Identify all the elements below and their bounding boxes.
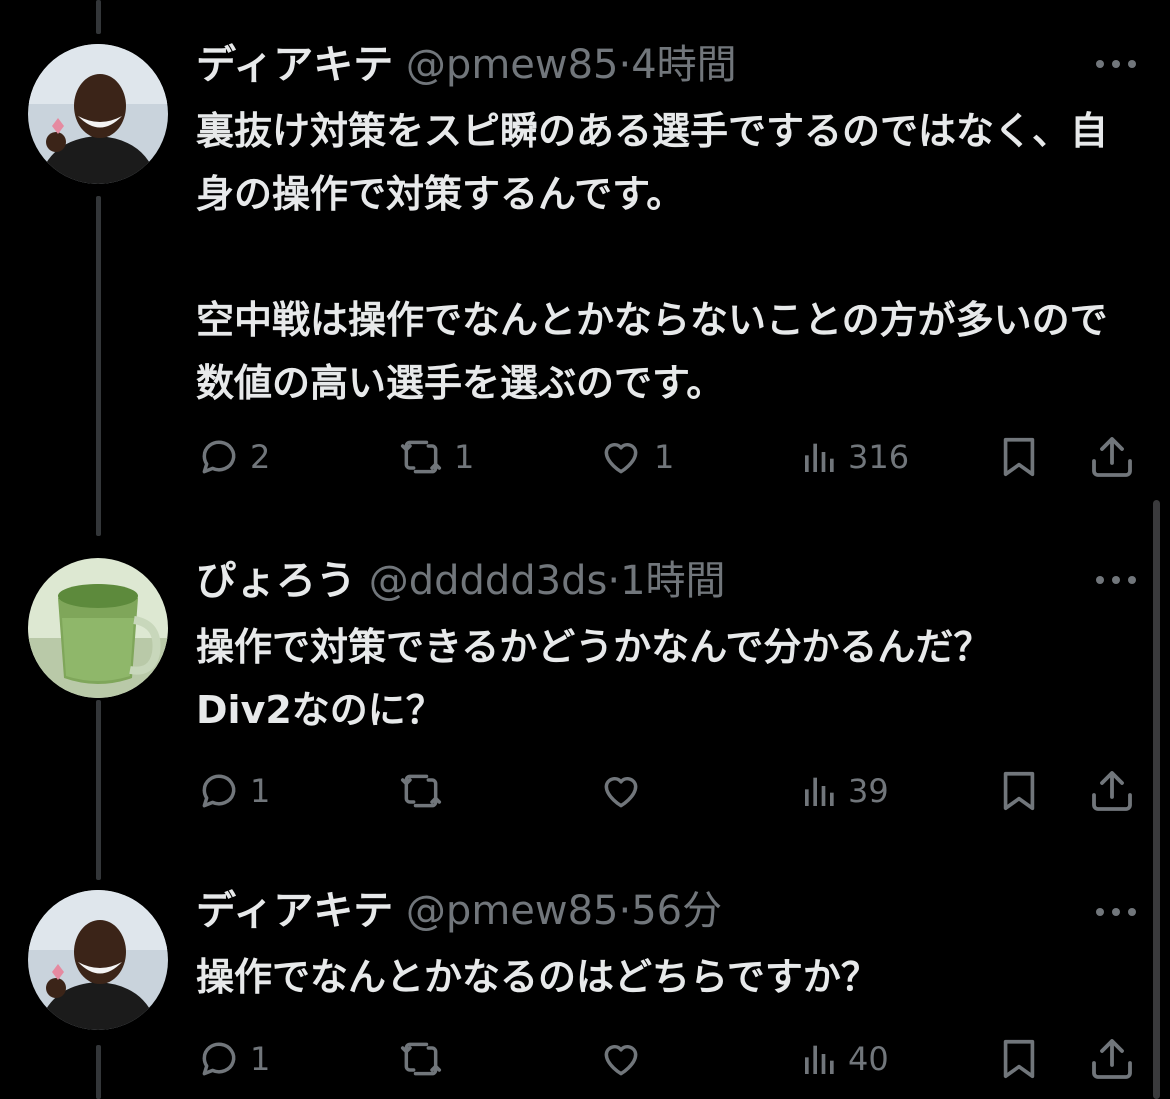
tweet-paragraph: 操作で対策できるかどうかなんで分かるんだ？Div2なのに？ — [196, 625, 992, 732]
reply-icon — [202, 774, 236, 808]
tweet[interactable]: ぴょろう @ddddd3ds·1時間 操作で対策できるかどうかなんで分かるんだ？… — [0, 540, 1170, 840]
analytics-icon — [805, 443, 834, 472]
timestamp[interactable]: 56分 — [631, 888, 722, 934]
action-bar: 2 1 1 316 — [0, 432, 1170, 482]
tweet-paragraph: 裏抜け対策をスピ瞬のある選手でするのではなく、自身の操作で対策するんです。 — [196, 109, 1109, 216]
views-button[interactable]: 40 — [800, 1034, 889, 1084]
tweet-header: ぴょろう @ddddd3ds·1時間 — [196, 556, 726, 606]
like-button[interactable] — [596, 1034, 654, 1084]
bookmark-button[interactable] — [996, 766, 1042, 816]
action-bar: 1 40 — [0, 1034, 1170, 1084]
tweet-text: 操作で対策できるかどうかなんで分かるんだ？Div2なのに？ — [196, 616, 1056, 742]
bookmark-button[interactable] — [996, 1034, 1042, 1084]
author-name[interactable]: ぴょろう — [196, 558, 356, 604]
reply-count: 2 — [250, 438, 271, 476]
tweet-paragraph: 空中戦は操作でなんとかならないことの方が多いので数値の高い選手を選ぶのです。 — [196, 298, 1108, 405]
action-bar: 1 39 — [0, 766, 1170, 816]
retweet-icon — [400, 1042, 442, 1076]
timestamp[interactable]: 4時間 — [631, 42, 736, 88]
retweet-button[interactable] — [396, 766, 454, 816]
share-button[interactable] — [1088, 432, 1136, 482]
heart-icon — [604, 1045, 638, 1076]
reply-button[interactable]: 1 — [196, 1034, 270, 1084]
views-button[interactable]: 316 — [800, 432, 909, 482]
like-button[interactable]: 1 — [596, 432, 674, 482]
share-icon — [1092, 771, 1132, 811]
bookmark-button[interactable] — [996, 432, 1042, 482]
retweet-icon — [400, 774, 442, 808]
matcha-drink-avatar-icon — [28, 558, 168, 698]
bookmark-icon — [1003, 1039, 1035, 1079]
separator-dot: · — [618, 888, 632, 934]
bookmark-icon — [1003, 771, 1035, 811]
tweet-paragraph: 操作でなんとかなるのはどちらですか？ — [196, 955, 879, 999]
more-options-icon[interactable] — [1096, 570, 1140, 590]
reply-count: 1 — [250, 772, 271, 810]
author-handle[interactable]: @ddddd3ds — [369, 558, 608, 604]
analytics-icon — [805, 1045, 834, 1074]
timestamp[interactable]: 1時間 — [620, 558, 725, 604]
reply-icon — [202, 440, 236, 474]
more-options-icon[interactable] — [1096, 902, 1140, 922]
tweet-text: 裏抜け対策をスピ瞬のある選手でするのではなく、自身の操作で対策するんです。 空中… — [196, 100, 1126, 415]
reply-button[interactable]: 1 — [196, 766, 270, 816]
view-count: 40 — [848, 1040, 889, 1078]
view-count: 316 — [848, 438, 910, 476]
person-avatar-icon — [28, 890, 168, 1030]
analytics-icon — [805, 777, 834, 806]
share-button[interactable] — [1088, 1034, 1136, 1084]
retweet-count: 1 — [454, 438, 475, 476]
share-button[interactable] — [1088, 766, 1136, 816]
retweet-button[interactable]: 1 — [396, 432, 474, 482]
reply-button[interactable]: 2 — [196, 432, 270, 482]
avatar[interactable] — [28, 890, 168, 1030]
author-handle[interactable]: @pmew85 — [406, 888, 619, 934]
reply-count: 1 — [250, 1040, 271, 1078]
person-avatar-icon — [28, 44, 168, 184]
heart-icon — [604, 777, 638, 808]
tweet[interactable]: ディアキテ @pmew85·4時間 裏抜け対策をスピ瞬のある選手でするのではなく… — [0, 0, 1170, 500]
separator-dot: · — [618, 42, 632, 88]
share-icon — [1092, 437, 1132, 477]
avatar[interactable] — [28, 44, 168, 184]
retweet-icon — [400, 440, 442, 474]
share-icon — [1092, 1039, 1132, 1079]
more-options-icon[interactable] — [1096, 54, 1140, 74]
tweet[interactable]: ディアキテ @pmew85·56分 操作でなんとかなるのはどちらですか？ 1 4… — [0, 880, 1170, 1099]
tweet-header: ディアキテ @pmew85·56分 — [196, 886, 722, 936]
tweet-text: 操作でなんとかなるのはどちらですか？ — [196, 946, 1126, 1009]
heart-icon — [604, 443, 638, 474]
author-name[interactable]: ディアキテ — [196, 888, 393, 934]
avatar[interactable] — [28, 558, 168, 698]
views-button[interactable]: 39 — [800, 766, 889, 816]
separator-dot: · — [607, 558, 621, 604]
reply-icon — [202, 1042, 236, 1076]
like-button[interactable] — [596, 766, 654, 816]
author-name[interactable]: ディアキテ — [196, 42, 393, 88]
like-count: 1 — [654, 438, 675, 476]
retweet-button[interactable] — [396, 1034, 454, 1084]
author-handle[interactable]: @pmew85 — [406, 42, 619, 88]
view-count: 39 — [848, 772, 889, 810]
tweet-header: ディアキテ @pmew85·4時間 — [196, 40, 737, 90]
bookmark-icon — [1003, 437, 1035, 477]
